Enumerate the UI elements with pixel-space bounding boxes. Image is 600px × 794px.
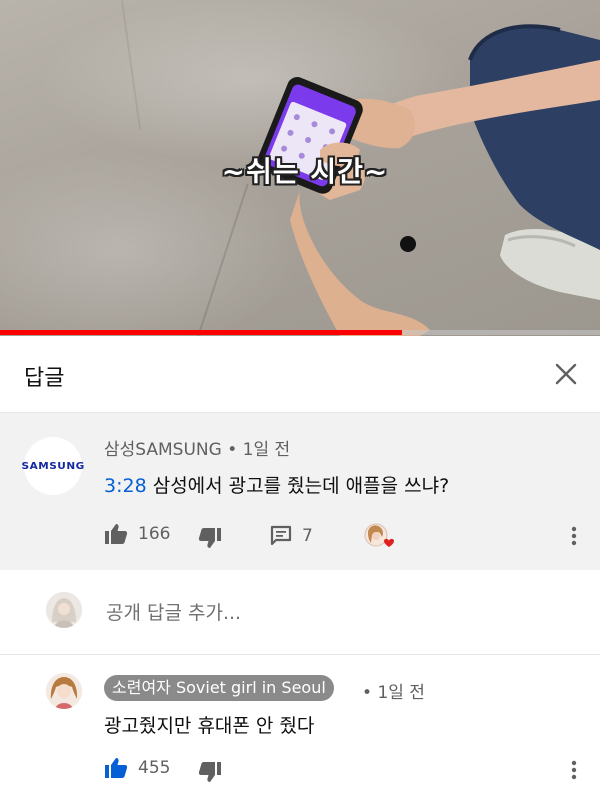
replies-header: 답글 [0, 336, 600, 413]
like-button[interactable]: 166 [104, 523, 170, 545]
replies-title: 답글 [24, 366, 65, 391]
reply-like-count: 455 [138, 758, 171, 778]
comment-icon [270, 525, 292, 546]
add-reply-box [0, 570, 600, 655]
close-button[interactable] [548, 356, 584, 392]
comment-meta: 삼성SAMSUNG • 1일 전 [104, 440, 291, 460]
reply-author-chip[interactable]: 소련여자 Soviet girl in Seoul [104, 675, 334, 701]
dislike-button[interactable] [198, 527, 222, 549]
author-avatar[interactable]: SAMSUNG [21, 437, 85, 495]
video-player[interactable]: ~쉬는 시간~ [0, 0, 600, 336]
reply-count-button[interactable]: 7 [270, 525, 313, 547]
like-count: 166 [138, 524, 171, 544]
reply-like-button[interactable]: 455 [104, 757, 170, 779]
video-progress-fill [0, 330, 402, 335]
reply-text: 광고줬지만 휴대폰 안 줬다 [104, 715, 315, 737]
reply-more-options-button[interactable] [564, 758, 584, 782]
user-avatar-image [46, 592, 82, 628]
reply-dislike-button[interactable] [198, 761, 222, 783]
parent-comment: SAMSUNG 삼성SAMSUNG • 1일 전 3:28 삼성에서 광고를 줬… [0, 413, 600, 570]
close-icon [555, 363, 577, 385]
comment-author[interactable]: 삼성SAMSUNG [104, 440, 222, 460]
thumb-down-icon [198, 762, 221, 782]
samsung-logo: SAMSUNG [21, 460, 85, 472]
reply-time: 1일 전 [377, 683, 425, 703]
thumb-up-filled-icon [105, 758, 128, 778]
user-avatar [46, 592, 82, 628]
comment-body: 삼성에서 광고를 줬는데 애플을 쓰냐? [146, 475, 450, 497]
more-vert-icon [571, 526, 577, 546]
thumb-up-icon [105, 524, 128, 544]
video-subtitle: ~쉬는 시간~ [221, 155, 389, 188]
thumb-down-icon [198, 528, 221, 548]
timestamp-link[interactable]: 3:28 [104, 475, 147, 497]
creator-heart-icon [364, 523, 394, 547]
comment-time: 1일 전 [242, 440, 291, 460]
creator-heart [364, 523, 398, 551]
reply-avatar-image [46, 673, 82, 709]
reply-meta: • 1일 전 [362, 683, 425, 703]
reply-author-avatar[interactable] [46, 673, 82, 709]
reply-input[interactable] [104, 597, 548, 629]
comment-text: 3:28 삼성에서 광고를 줬는데 애플을 쓰냐? [104, 471, 449, 498]
more-options-button[interactable] [564, 524, 584, 548]
more-vert-icon [571, 760, 577, 780]
video-progress-bar[interactable] [0, 330, 600, 335]
reply-comment: 소련여자 Soviet girl in Seoul • 1일 전 광고줬지만 휴… [0, 655, 600, 794]
reply-count: 7 [302, 526, 313, 546]
